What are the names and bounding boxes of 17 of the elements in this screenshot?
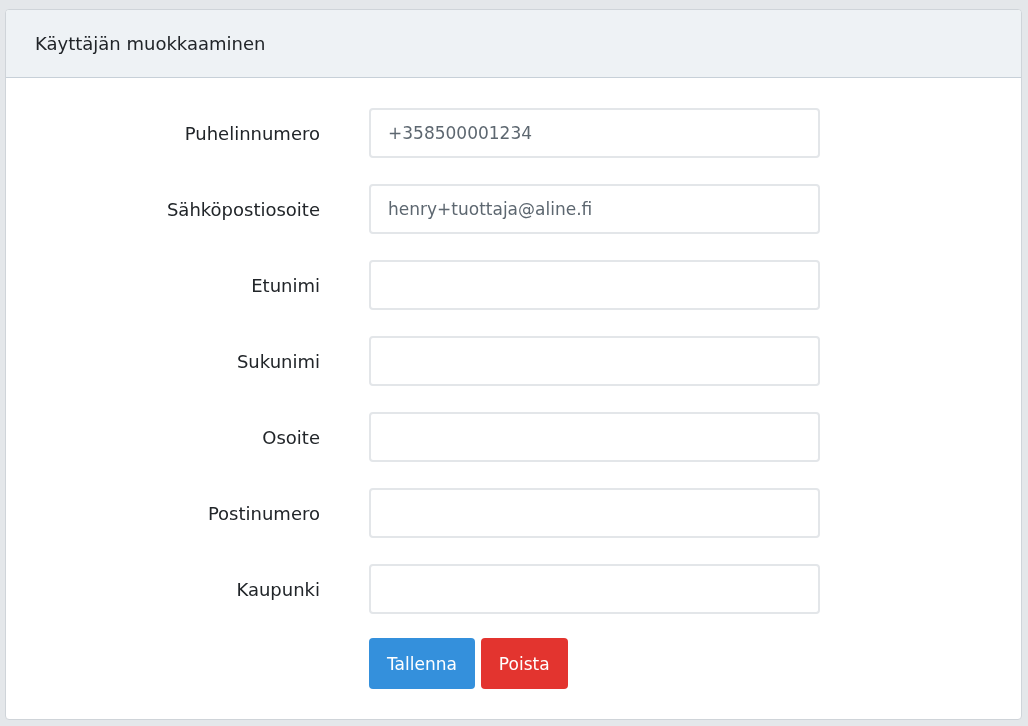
field-label: Postinumero [207,502,320,524]
field-label: Osoite [262,426,320,448]
input-field[interactable] [369,260,820,310]
input-field[interactable] [369,488,820,538]
input-field[interactable] [369,412,820,462]
input-field[interactable] [369,564,820,614]
field-label: Puhelinnumero [184,122,320,144]
field-label: Sähköpostiosoite [166,198,320,220]
delete-button[interactable]: Poista [480,638,568,689]
save-button[interactable]: Tallenna [369,638,475,689]
input-field[interactable]: henry+tuottaja@aline.fi [369,184,820,234]
field-label: Etunimi [251,274,320,296]
field-label: Kaupunki [236,578,320,600]
field-label: Sukunimi [236,350,320,372]
card-header: Käyttäjän muokkaaminen [6,10,1021,78]
input-field[interactable]: +358500001234 [369,108,820,158]
input-field[interactable] [369,336,820,386]
